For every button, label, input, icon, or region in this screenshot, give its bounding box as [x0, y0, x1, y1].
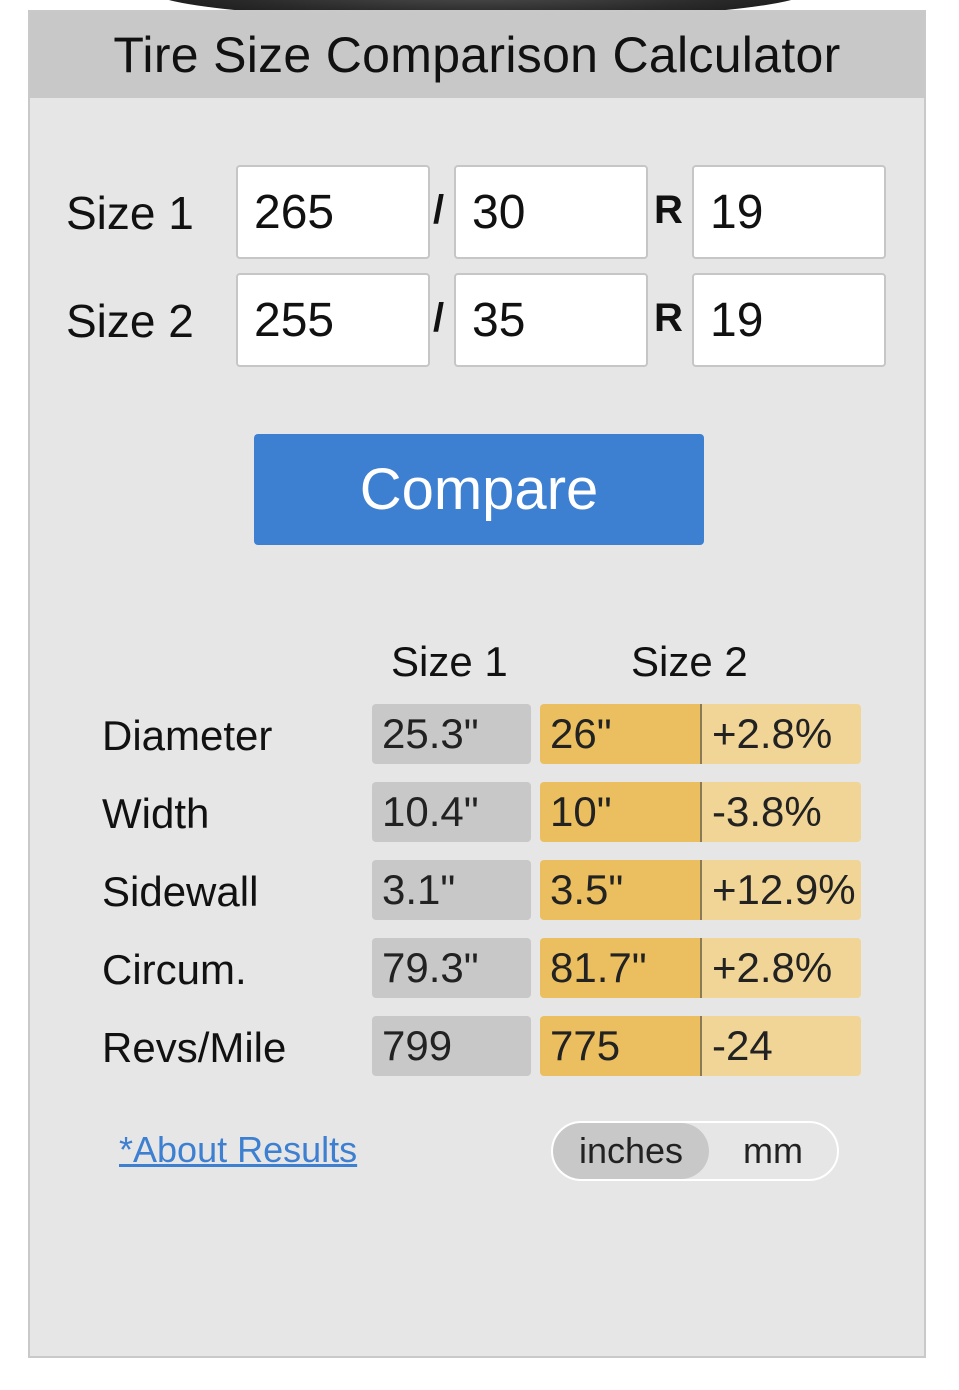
- about-results-link[interactable]: *About Results: [119, 1129, 357, 1171]
- revs-size2-value: 775: [540, 1016, 700, 1076]
- size1-slash: /: [433, 188, 445, 232]
- size1-label: Size 1: [66, 187, 194, 239]
- width-size1-value: 10.4": [372, 782, 531, 842]
- size2-label: Size 2: [66, 295, 194, 347]
- revs-size1-value: 799: [372, 1016, 531, 1076]
- size1-rim-marker: R: [654, 188, 683, 232]
- sidewall-diff-value: +12.9%: [700, 860, 861, 920]
- circumference-size2-value: 81.7": [540, 938, 700, 998]
- sidewall-size1-value: 3.1": [372, 860, 531, 920]
- circumference-size1-value: 79.3": [372, 938, 531, 998]
- units-option-inches[interactable]: inches: [553, 1123, 709, 1179]
- diameter-size1-value: 25.3": [372, 704, 531, 764]
- circumference-diff-value: +2.8%: [700, 938, 861, 998]
- revs-diff-value: -24: [700, 1016, 861, 1076]
- row-label-width: Width: [102, 790, 210, 837]
- size1-aspect-input[interactable]: [454, 165, 648, 259]
- row-label-sidewall: Sidewall: [102, 868, 259, 915]
- size2-rim-input[interactable]: [692, 273, 886, 367]
- results-header-size1: Size 1: [391, 638, 508, 685]
- sidewall-size2-value: 3.5": [540, 860, 700, 920]
- width-size2-value: 10": [540, 782, 700, 842]
- width-diff-value: -3.8%: [700, 782, 861, 842]
- units-toggle: inches mm: [551, 1121, 839, 1181]
- diameter-diff-value: +2.8%: [700, 704, 861, 764]
- results-header-size2: Size 2: [631, 638, 748, 685]
- compare-button[interactable]: Compare: [254, 434, 704, 545]
- calculator-panel: Tire Size Comparison Calculator Size 1 /…: [28, 10, 926, 1358]
- row-label-revs-per-mile: Revs/Mile: [102, 1024, 287, 1071]
- size2-slash: /: [433, 296, 445, 340]
- size2-width-input[interactable]: [236, 273, 430, 367]
- units-option-mm[interactable]: mm: [709, 1123, 837, 1179]
- size1-rim-input[interactable]: [692, 165, 886, 259]
- size2-rim-marker: R: [654, 296, 683, 340]
- row-label-diameter: Diameter: [102, 712, 273, 759]
- diameter-size2-value: 26": [540, 704, 700, 764]
- row-label-circumference: Circum.: [102, 946, 247, 993]
- calculator-title: Tire Size Comparison Calculator: [30, 12, 924, 98]
- size2-aspect-input[interactable]: [454, 273, 648, 367]
- size1-width-input[interactable]: [236, 165, 430, 259]
